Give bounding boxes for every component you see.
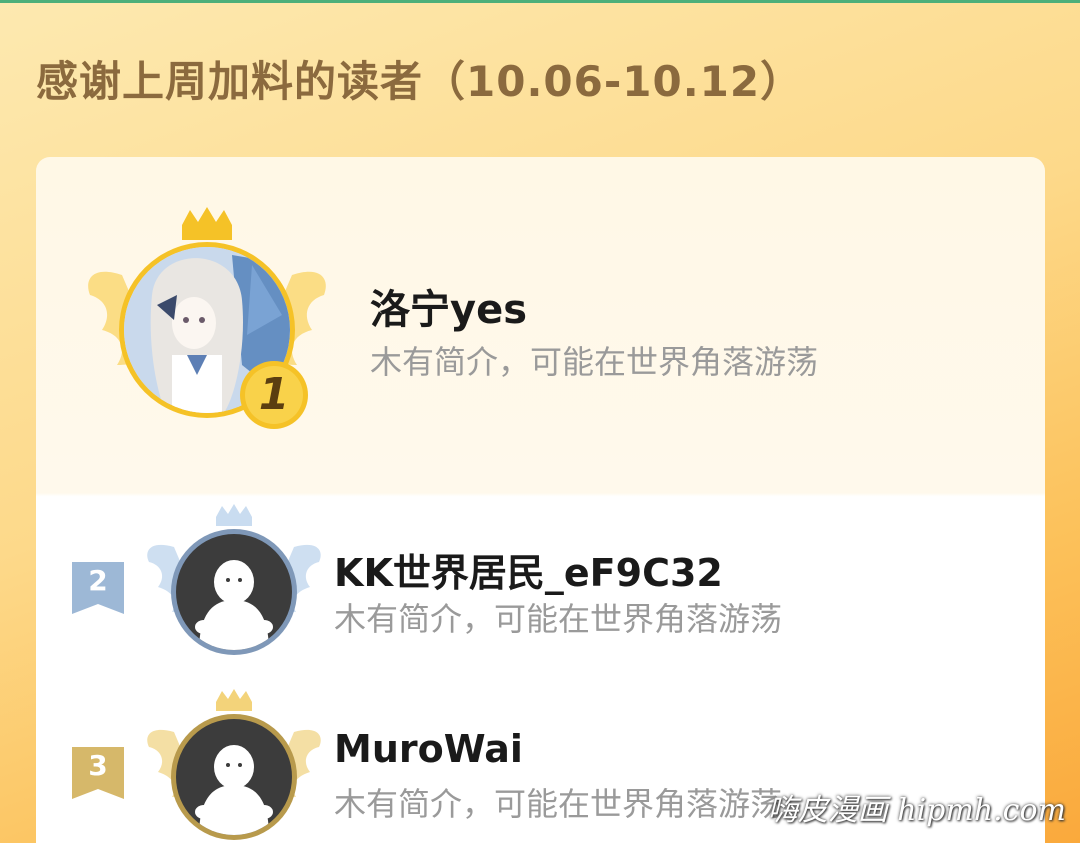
- watermark: 嗨皮漫画 hipmh.com: [767, 793, 1066, 828]
- crown-icon: [182, 207, 232, 240]
- reader-name-1[interactable]: 洛宁yes: [370, 277, 527, 335]
- avatar-frame-gold[interactable]: 1: [82, 205, 332, 435]
- rank-number-1: 1: [258, 369, 290, 420]
- reader-row-1[interactable]: 1 洛宁yes 木有简介，可能在世界角落游荡: [36, 157, 1045, 495]
- reader-name-2[interactable]: KK世界居民_eF9C32: [334, 542, 723, 597]
- rank-number-2: 2: [88, 564, 108, 597]
- page-title: 感谢上周加料的读者（10.06-10.12）: [36, 57, 804, 106]
- reader-bio-3: 木有简介，可能在世界角落游荡: [334, 785, 783, 823]
- rank-number-3: 3: [88, 749, 108, 782]
- rank-badge-2: 2: [72, 562, 124, 614]
- default-avatar-icon: [147, 504, 321, 655]
- default-avatar-icon: [147, 689, 321, 840]
- reader-bio-2: 木有简介，可能在世界角落游荡: [334, 600, 783, 638]
- reader-row-2[interactable]: 2 KK世界居民_eF9C32 木有简介，可能在世界角落游荡: [36, 502, 1045, 672]
- avatar-frame-bronze[interactable]: [144, 687, 324, 843]
- ranking-card: 1 洛宁yes 木有简介，可能在世界角落游荡 2 KK世界居民_eF9C32 木…: [36, 157, 1045, 843]
- ranking-page: 感谢上周加料的读者（10.06-10.12） 1 洛宁yes 木有简介，可能在世…: [0, 0, 1080, 843]
- avatar-frame-silver[interactable]: [144, 502, 324, 667]
- reader-name-3[interactable]: MuroWai: [334, 727, 523, 771]
- reader-bio-1: 木有简介，可能在世界角落游荡: [370, 343, 819, 381]
- top-strip: [0, 0, 1080, 3]
- rank-badge-3: 3: [72, 747, 124, 799]
